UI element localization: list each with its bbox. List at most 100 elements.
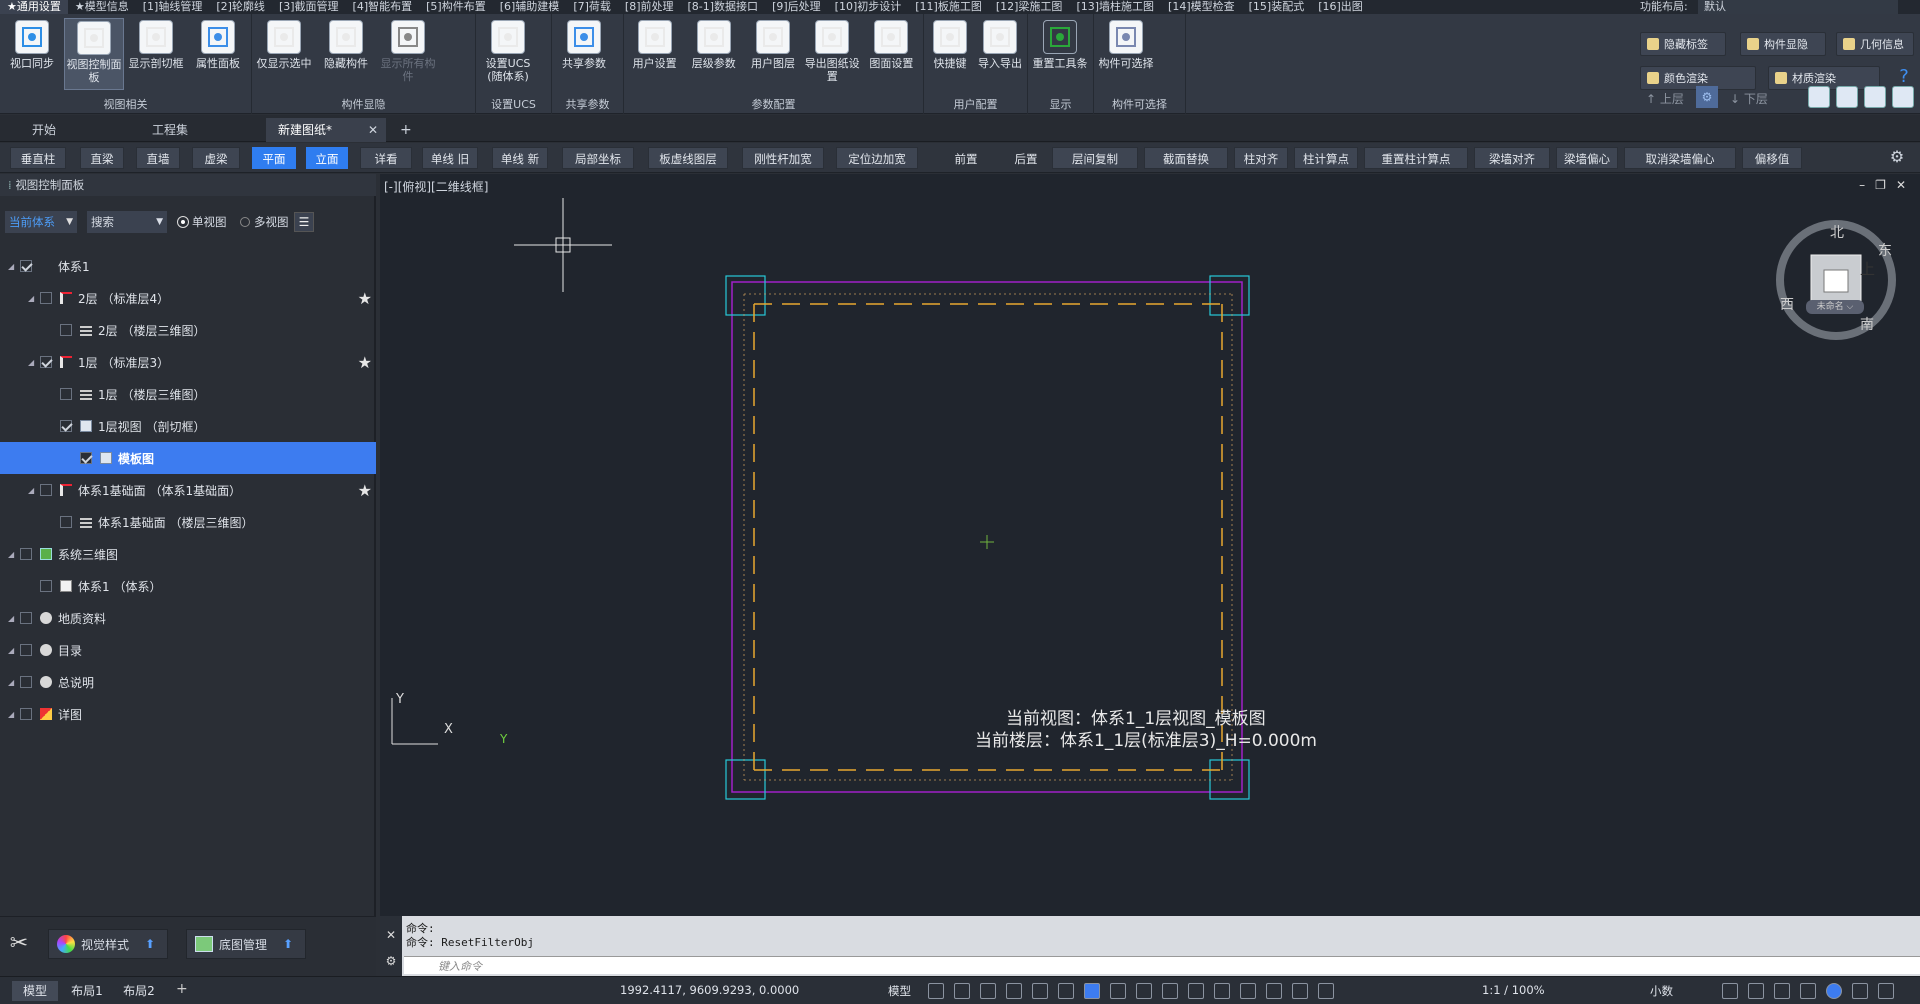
tab-project-set[interactable]: 工程集 [140,118,260,142]
tree-checkbox[interactable] [20,612,32,624]
toolbar-button[interactable]: 柱对齐 [1234,147,1288,169]
toolbar-button[interactable]: 刚性杆加宽 [742,147,824,169]
tab-new-drawing[interactable]: 新建图纸* ✕ [266,118,386,142]
tree-node[interactable]: 体系1基础面 （楼层三维图） [0,506,376,538]
add-tab-button[interactable]: + [394,118,418,142]
dyn-icon[interactable] [1084,983,1100,999]
tree-checkbox[interactable] [80,452,92,464]
toolbar-button[interactable]: 前置 [932,147,986,169]
up-floor-button[interactable]: ↑ 上层 [1646,90,1684,107]
menu-item[interactable]: [16]出图 [1311,0,1370,14]
menu-icon[interactable]: ☰ [294,212,314,232]
close-icon[interactable]: ✕ [368,118,378,142]
tree-checkbox[interactable] [40,292,52,304]
toolbar-button[interactable]: 梁墙偏心 [1556,147,1618,169]
system-select[interactable]: 当前体系 ▼ [4,210,78,234]
toolbar-button[interactable]: 重置柱计算点 [1364,147,1468,169]
annotation-icon[interactable] [1292,983,1308,999]
viewcube-top-label[interactable]: 上 [1860,258,1875,279]
tree-checkbox[interactable] [40,484,52,496]
radio-multi-view[interactable]: 多视图 [240,214,289,230]
ribbon-button[interactable]: 视图控制面板 [64,18,124,90]
transparency-icon[interactable] [1136,983,1152,999]
menu-item[interactable]: [12]梁施工图 [989,0,1070,14]
tree-checkbox[interactable] [40,356,52,368]
layout-tab[interactable]: 模型 [12,981,58,1001]
tree-node[interactable]: ◢ 系统三维图 [0,538,376,570]
drawing-viewport[interactable]: [-][俯视][二维线框] – ❐ ✕ Y X Y 上 北 东 南 西 未命名 … [380,174,1920,916]
viewcube-north-label[interactable]: 北 [1830,222,1844,242]
osnap-icon[interactable] [1032,983,1048,999]
tree-checkbox[interactable] [60,324,72,336]
otrack-icon[interactable] [1058,983,1074,999]
star-icon[interactable]: ★ [358,353,372,372]
selection-cycle-icon[interactable] [1162,983,1178,999]
toolbar-button[interactable]: 直墙 [136,147,180,169]
gizmo-icon[interactable] [1266,983,1282,999]
show-component-button[interactable]: 构件显隐 [1740,32,1826,56]
unit-select[interactable]: 小数 [1650,983,1673,999]
zoom-out-icon[interactable] [1836,86,1858,108]
annotation-scale[interactable]: 1:1 / 100% [1482,983,1545,997]
beam-lines[interactable] [753,303,1223,771]
tree-node[interactable]: ◢ 总说明 [0,666,376,698]
tree-checkbox[interactable] [60,420,72,432]
ucs-name-dropdown[interactable]: 未命名 ⌵ [1806,300,1864,314]
3d-osnap-icon[interactable] [1188,983,1204,999]
toolbar-button[interactable]: 详看 [360,147,412,169]
filter-icon[interactable] [1240,983,1256,999]
isolate-icon[interactable] [1800,983,1816,999]
star-icon[interactable]: ★ [358,481,372,500]
menu-item[interactable]: [13]墙柱施工图 [1069,0,1161,14]
tree-node[interactable]: ◢ 体系1 [0,250,376,282]
tree-node[interactable]: ◢ 1层 （标准层3） ★ [0,346,376,378]
toolbar-button[interactable]: 偏移值 [1742,147,1802,169]
tree-checkbox[interactable] [20,548,32,560]
ribbon-button[interactable]: 显示所有构件 [378,18,438,90]
ribbon-button[interactable]: 层级参数 [685,18,742,90]
snap-icon[interactable] [954,983,970,999]
layout-tab[interactable]: 布局1 [64,981,110,1001]
gear-icon[interactable]: ⚙ [1696,86,1718,108]
viewcube-east-label[interactable]: 东 [1878,240,1892,260]
search-select[interactable]: 搜索 ▼ [86,210,168,234]
toolbar-button[interactable]: 定位边加宽 [836,147,918,169]
fullscreen-icon[interactable] [1748,983,1764,999]
ribbon-button[interactable]: 构件可选择 [1096,18,1156,90]
scale-icon[interactable] [1318,983,1334,999]
menu-item[interactable]: [8]前处理 [618,0,681,14]
tree-node[interactable]: 2层 （楼层三维图） [0,314,376,346]
viewcube-west-label[interactable]: 西 [1780,294,1794,314]
ribbon-button[interactable]: 重置工具条 [1030,18,1090,90]
menu-item[interactable]: ★模型信息 [68,0,136,14]
column[interactable] [1209,759,1250,800]
zoom-in-icon[interactable] [1808,86,1830,108]
visual-style-button[interactable]: 视觉样式 ⬆ [48,929,168,959]
tree-checkbox[interactable] [20,676,32,688]
ribbon-button[interactable]: 显示剖切框 [126,18,186,90]
toolbar-button[interactable]: 垂直柱 [10,147,66,169]
expand-arrow-icon[interactable]: ◢ [8,678,20,687]
drawing-canvas[interactable] [380,174,1920,916]
tab-start[interactable]: 开始 [20,118,130,142]
toolbar-button[interactable]: 平面 [252,147,296,169]
model-space-toggle[interactable]: 模型 [888,983,911,999]
polar-icon[interactable] [1006,983,1022,999]
window-icon[interactable] [1892,86,1914,108]
tools-icon[interactable]: ✂ [4,931,34,961]
tree-node[interactable]: 体系1 （体系） [0,570,376,602]
layout-tab[interactable]: 布局2 [116,981,162,1001]
expand-arrow-icon[interactable]: ◢ [8,710,20,719]
expand-arrow-icon[interactable]: ◢ [8,614,20,623]
tree-node[interactable]: ◢ 目录 [0,634,376,666]
radio-single-view[interactable]: 单视图 [177,214,227,230]
ribbon-button[interactable]: 隐藏构件 [316,18,376,90]
tree-checkbox[interactable] [20,644,32,656]
toolbar-button[interactable]: 虚梁 [192,147,240,169]
ribbon-button[interactable]: 视口同步 [2,18,62,90]
down-floor-button[interactable]: ↓ 下层 [1730,90,1768,107]
ribbon-button[interactable]: 共享参数 [554,18,614,90]
menu-icon[interactable] [1878,983,1894,999]
ribbon-button[interactable]: 设置UCS (随体系) [478,18,538,90]
tree-node[interactable]: ◢ 详图 [0,698,376,730]
